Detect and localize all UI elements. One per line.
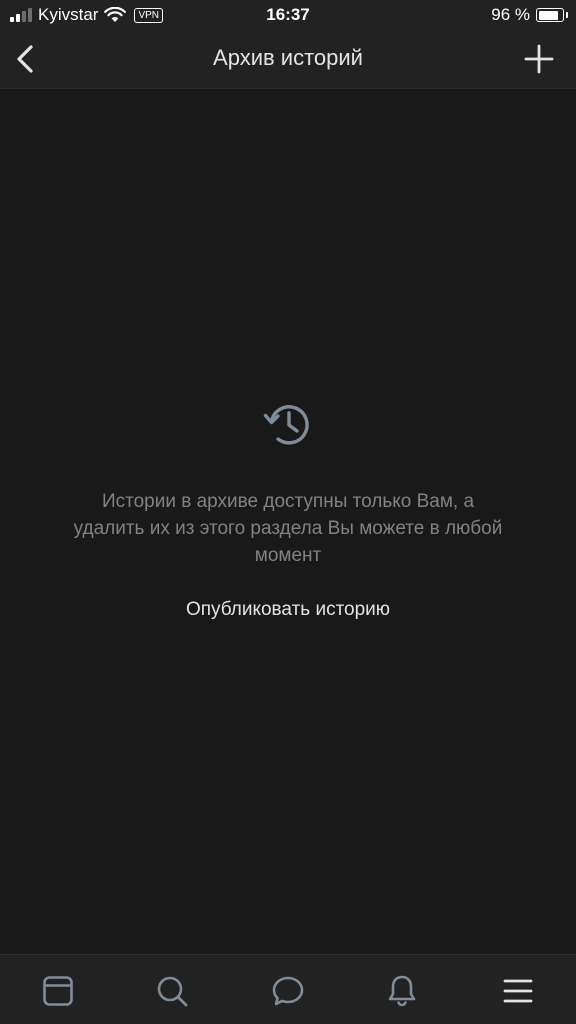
screen: Kyivstar VPN 16:37 96 % Архив историй Ис… bbox=[0, 0, 576, 1024]
status-time: 16:37 bbox=[266, 5, 310, 24]
nav-bar: Архив историй bbox=[0, 30, 576, 89]
battery-percent: 96 % bbox=[491, 5, 530, 24]
tab-bar bbox=[0, 954, 576, 1024]
empty-state: Истории в архиве доступны только Вам, а … bbox=[0, 398, 576, 621]
history-icon bbox=[263, 405, 309, 445]
battery-fill bbox=[538, 10, 558, 20]
newsfeed-icon bbox=[43, 976, 73, 1006]
tab-search[interactable] bbox=[154, 973, 190, 1009]
status-bar: Kyivstar VPN 16:37 96 % bbox=[0, 0, 576, 30]
plus-icon bbox=[524, 44, 554, 74]
search-icon bbox=[157, 976, 188, 1007]
messages-icon bbox=[272, 976, 304, 1006]
empty-state-message: Истории в архиве доступны только Вам, а … bbox=[73, 491, 503, 566]
tab-notifications[interactable] bbox=[384, 973, 420, 1009]
battery-icon bbox=[536, 8, 568, 22]
status-right: 96 % bbox=[491, 4, 568, 26]
menu-icon bbox=[503, 979, 533, 1003]
tab-menu[interactable] bbox=[500, 973, 536, 1009]
page-title: Архив историй bbox=[213, 45, 363, 70]
notifications-icon bbox=[388, 975, 416, 1007]
add-story-button[interactable] bbox=[522, 42, 556, 76]
publish-story-button[interactable]: Опубликовать историю bbox=[186, 599, 390, 621]
tab-messages[interactable] bbox=[270, 973, 306, 1009]
tab-newsfeed[interactable] bbox=[40, 973, 76, 1009]
battery-cap bbox=[566, 12, 568, 18]
